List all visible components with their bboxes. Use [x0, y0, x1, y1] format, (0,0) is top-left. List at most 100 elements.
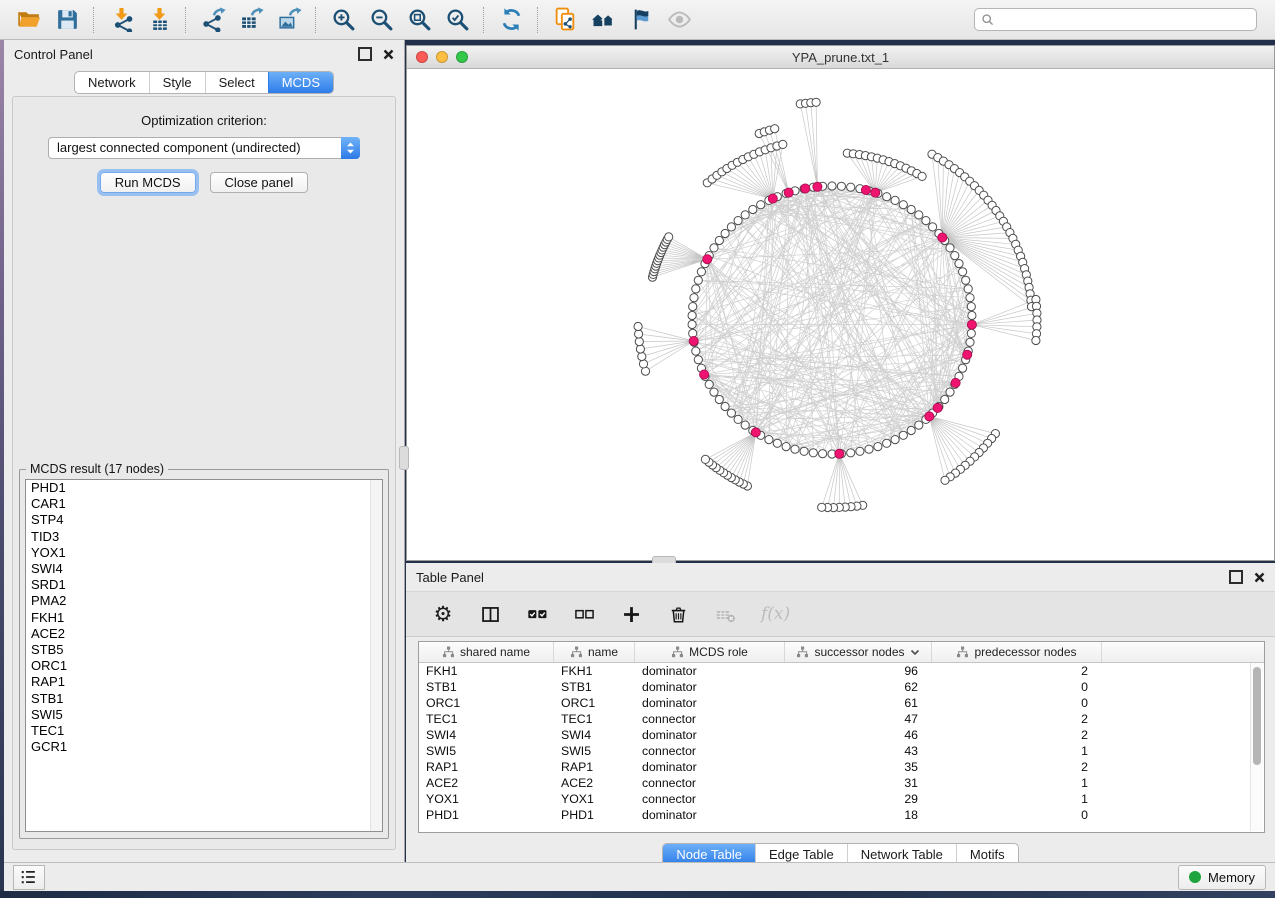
- deselect-all-rows-button[interactable]: [573, 602, 595, 626]
- close-panel-icon[interactable]: [383, 49, 394, 60]
- select-all-rows-button[interactable]: [526, 602, 548, 626]
- deselect-all-rows-icon: [574, 604, 595, 625]
- open-file-button[interactable]: [10, 4, 48, 36]
- first-neighbors-button[interactable]: [584, 4, 622, 36]
- column-header-predecessor-nodes[interactable]: predecessor nodes: [932, 642, 1102, 662]
- column-type-icon: [442, 646, 455, 658]
- mcds-result-item[interactable]: FKH1: [26, 610, 382, 626]
- float-panel-icon[interactable]: [358, 47, 372, 61]
- add-entry-button[interactable]: [620, 602, 642, 626]
- table-row[interactable]: SWI4SWI4dominator462: [419, 727, 1251, 743]
- toolbar-separator: [483, 7, 485, 33]
- table-row[interactable]: PHD1PHD1dominator180: [419, 807, 1251, 823]
- new-network-from-selection-button[interactable]: [546, 4, 584, 36]
- table-scrollbar-thumb[interactable]: [1253, 667, 1261, 765]
- close-table-panel-icon[interactable]: [1254, 572, 1265, 583]
- mcds-result-group: MCDS result (17 nodes) PHD1CAR1STP4TID3Y…: [19, 469, 389, 839]
- table-row[interactable]: TEC1TEC1connector472: [419, 711, 1251, 727]
- table-cell: 0: [932, 695, 1102, 711]
- column-header-shared-name[interactable]: shared name: [419, 642, 554, 662]
- zoom-out-button[interactable]: [362, 4, 400, 36]
- split-columns-icon: [480, 604, 501, 625]
- mcds-result-item[interactable]: ORC1: [26, 658, 382, 674]
- mcds-result-item[interactable]: TID3: [26, 529, 382, 545]
- column-header-mcds-role[interactable]: MCDS role: [635, 642, 785, 662]
- table-cell: 46: [785, 727, 932, 743]
- mcds-result-item[interactable]: PHD1: [26, 480, 382, 496]
- column-header-name[interactable]: name: [554, 642, 635, 662]
- result-list-scrollbar[interactable]: [370, 480, 382, 831]
- export-table-button[interactable]: [232, 4, 270, 36]
- table-cell: ACE2: [554, 775, 635, 791]
- mcds-result-item[interactable]: STP4: [26, 512, 382, 528]
- table-row[interactable]: RAP1RAP1dominator352: [419, 759, 1251, 775]
- tab-mcds[interactable]: MCDS: [268, 72, 333, 93]
- import-network-button[interactable]: [102, 4, 140, 36]
- refresh-view-button[interactable]: [492, 4, 530, 36]
- zoom-selected-button[interactable]: [438, 4, 476, 36]
- table-cell: 0: [932, 807, 1102, 823]
- table-panel-header: Table Panel: [406, 563, 1275, 591]
- mcds-result-item[interactable]: RAP1: [26, 674, 382, 690]
- dropdown-stepper-icon[interactable]: [341, 137, 360, 159]
- criterion-dropdown[interactable]: largest connected component (undirected): [48, 137, 360, 159]
- mcds-result-item[interactable]: PMA2: [26, 593, 382, 609]
- toolbar-separator: [185, 7, 187, 33]
- search-icon: [981, 13, 995, 27]
- export-network-button[interactable]: [194, 4, 232, 36]
- zoom-fit-button[interactable]: [400, 4, 438, 36]
- criterion-value: largest connected component (undirected): [49, 138, 359, 158]
- network-window-titlebar[interactable]: YPA_prune.txt_1: [407, 46, 1274, 69]
- table-row[interactable]: ORC1ORC1dominator610: [419, 695, 1251, 711]
- tab-network[interactable]: Network: [75, 72, 149, 93]
- zoom-in-button[interactable]: [324, 4, 362, 36]
- import-table-button[interactable]: [140, 4, 178, 36]
- search-input[interactable]: [995, 10, 1256, 29]
- settings-gear-button[interactable]: ⚙: [432, 602, 454, 626]
- mcds-result-item[interactable]: TEC1: [26, 723, 382, 739]
- column-type-icon: [570, 646, 583, 658]
- save-session-button[interactable]: [48, 4, 86, 36]
- mcds-result-item[interactable]: SWI5: [26, 707, 382, 723]
- mcds-result-item[interactable]: STB5: [26, 642, 382, 658]
- mcds-result-item[interactable]: SWI4: [26, 561, 382, 577]
- memory-button[interactable]: Memory: [1178, 865, 1266, 890]
- hide-graphics-details-button[interactable]: [622, 4, 660, 36]
- table-row[interactable]: STB1STB1dominator620: [419, 679, 1251, 695]
- network-graph[interactable]: [407, 68, 1273, 560]
- run-mcds-button[interactable]: Run MCDS: [100, 172, 196, 193]
- table-row[interactable]: SWI5SWI5connector431: [419, 743, 1251, 759]
- table-cell: dominator: [635, 727, 785, 743]
- table-row[interactable]: ACE2ACE2connector311: [419, 775, 1251, 791]
- table-cell: YOX1: [554, 791, 635, 807]
- delete-entry-button[interactable]: [667, 602, 689, 626]
- tab-select[interactable]: Select: [205, 72, 268, 93]
- close-panel-button[interactable]: Close panel: [210, 172, 309, 193]
- task-history-button[interactable]: [13, 865, 45, 890]
- import-table-icon: [147, 7, 172, 32]
- mcds-result-item[interactable]: CAR1: [26, 496, 382, 512]
- export-table-icon: [239, 7, 264, 32]
- split-columns-button[interactable]: [479, 602, 501, 626]
- vertical-splitter-handle[interactable]: [399, 446, 409, 470]
- table-row[interactable]: FKH1FKH1dominator962: [419, 663, 1251, 679]
- column-header-successor-nodes[interactable]: successor nodes: [785, 642, 932, 662]
- export-image-button[interactable]: [270, 4, 308, 36]
- network-canvas[interactable]: [407, 68, 1274, 560]
- mcds-result-item[interactable]: GCR1: [26, 739, 382, 755]
- mcds-result-list[interactable]: PHD1CAR1STP4TID3YOX1SWI4SRD1PMA2FKH1ACE2…: [25, 479, 383, 832]
- table-cell: FKH1: [419, 663, 554, 679]
- mcds-result-item[interactable]: STB1: [26, 691, 382, 707]
- table-row[interactable]: YOX1YOX1connector291: [419, 791, 1251, 807]
- sort-descending-icon: [910, 649, 920, 656]
- table-scrollbar[interactable]: [1250, 663, 1263, 831]
- mcds-result-item[interactable]: ACE2: [26, 626, 382, 642]
- mcds-result-item[interactable]: YOX1: [26, 545, 382, 561]
- search-box[interactable]: [974, 8, 1257, 31]
- tab-style[interactable]: Style: [149, 72, 205, 93]
- mcds-result-item[interactable]: SRD1: [26, 577, 382, 593]
- memory-status-icon: [1189, 871, 1201, 883]
- control-panel-header: Control Panel: [4, 40, 404, 68]
- float-table-panel-icon[interactable]: [1229, 570, 1243, 584]
- table-cell: 2: [932, 759, 1102, 775]
